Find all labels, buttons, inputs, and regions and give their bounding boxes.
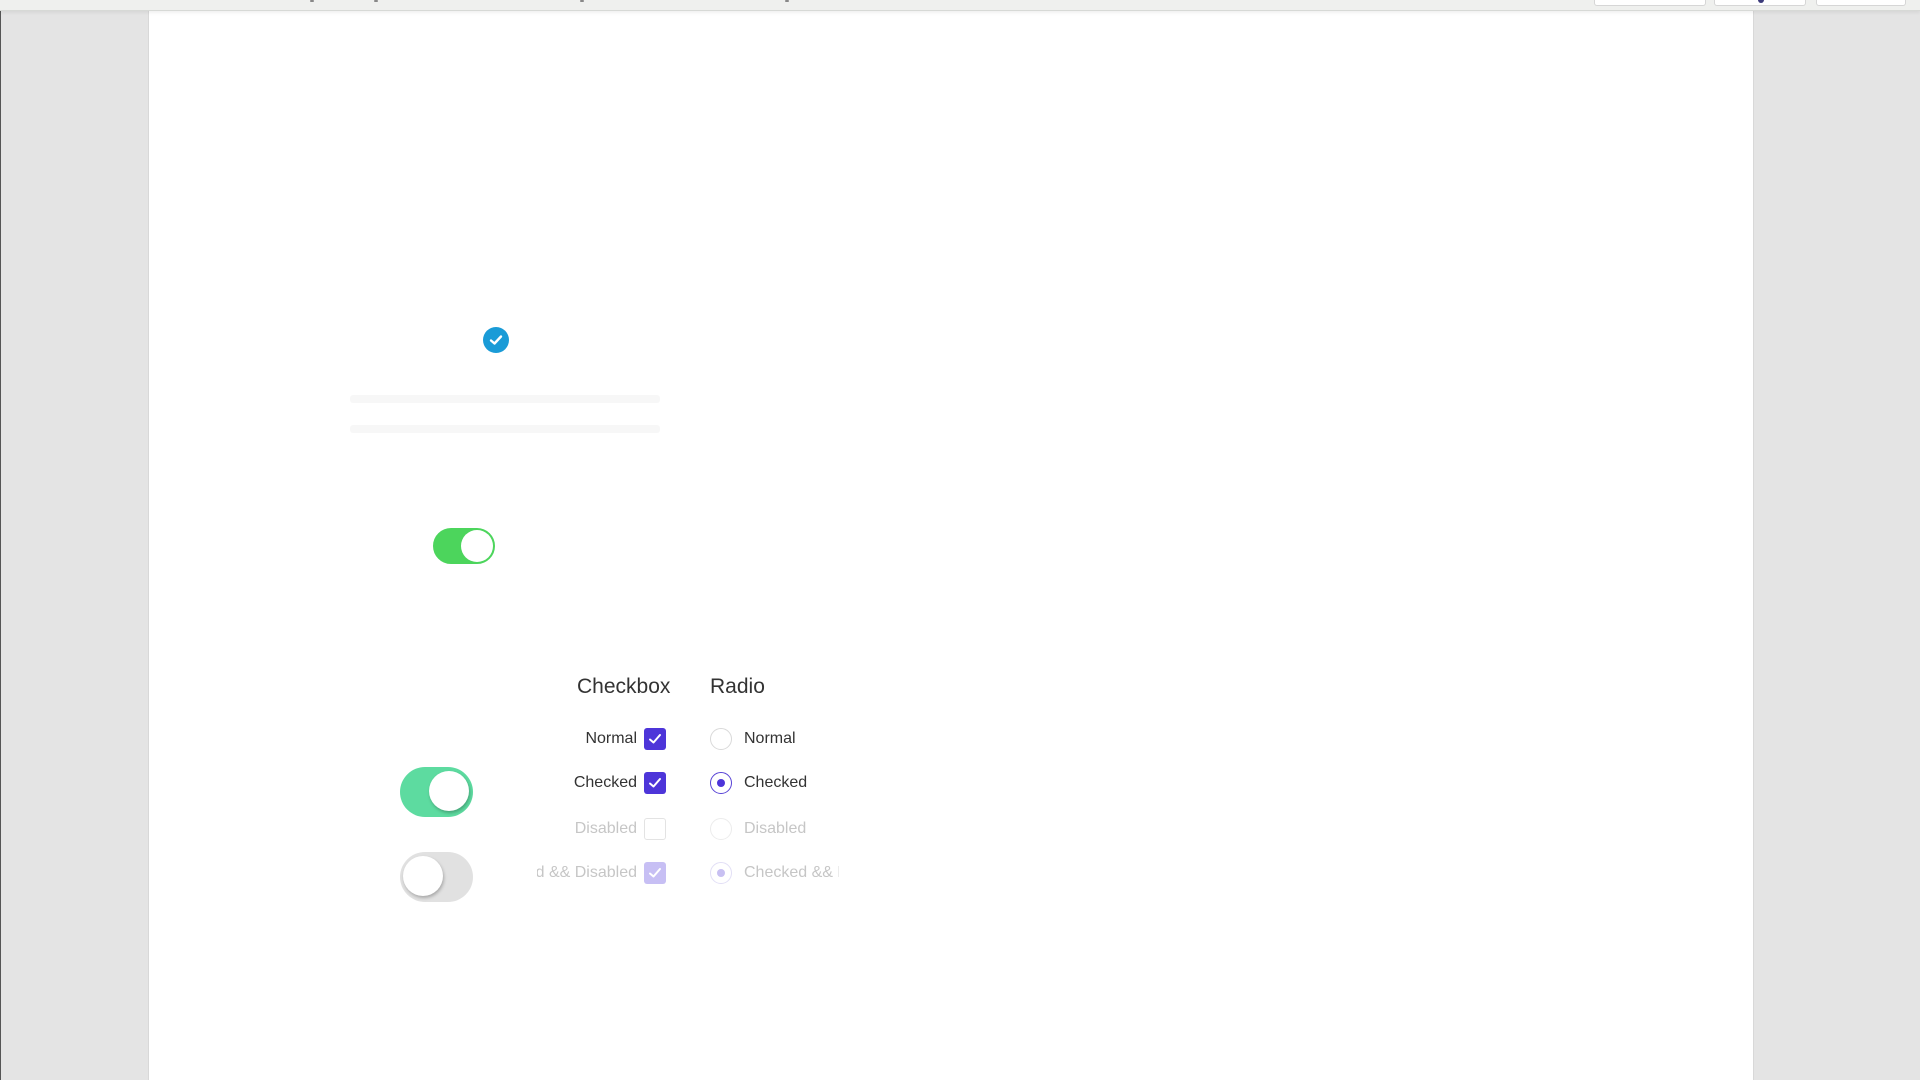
radio-dot [717, 869, 725, 877]
preview-page [148, 11, 1754, 1080]
radio-label-checked: Checked [744, 774, 808, 791]
large-toggle-off[interactable] [400, 852, 473, 902]
top-toolbar [0, 0, 1920, 11]
radio-title: Radio [710, 675, 765, 698]
checkbox-label-normal: Normal [585, 730, 637, 747]
small-toggle[interactable] [433, 528, 495, 564]
check-circle-icon [483, 327, 509, 353]
toggle-knob [429, 771, 469, 811]
checkbox-label-checked: Checked [573, 774, 637, 791]
checkbox-title: Checkbox [577, 675, 671, 698]
radio-checked[interactable] [710, 772, 732, 794]
checkbox-normal[interactable] [644, 728, 666, 750]
radio-normal[interactable] [710, 728, 732, 750]
checkbox-disabled [644, 818, 666, 840]
large-toggle-on[interactable] [400, 767, 473, 817]
radio-label-disabled: Disabled [744, 820, 807, 837]
faded-text-line [350, 395, 660, 403]
toolbar-button[interactable] [1816, 0, 1906, 6]
checkbox-label-checked-disabled: Checked && Disabled [537, 864, 637, 881]
toolbar-button[interactable] [1594, 0, 1706, 6]
radio-labels: Normal Checked Disabled Checked && Disab… [744, 700, 839, 900]
radio-label-checked-disabled: Checked && Disabled [744, 864, 839, 881]
toolbar-glyph [374, 0, 378, 2]
window-edge [0, 0, 1, 1080]
toolbar-glyph [310, 0, 314, 2]
checkmark-icon [649, 734, 661, 744]
checkbox-checked[interactable] [644, 772, 666, 794]
checkbox-labels: Normal Checked Disabled Checked && Disab… [537, 700, 637, 900]
checkbox-checked-disabled [644, 862, 666, 884]
radio-disabled [710, 818, 732, 840]
toolbar-glyph [785, 0, 789, 2]
checkmark-icon [649, 868, 661, 878]
radio-dot [717, 779, 725, 787]
toggle-knob [403, 856, 443, 896]
faded-text-line [350, 425, 660, 433]
toolbar-glyph [580, 0, 584, 2]
checkmark-icon [649, 778, 661, 788]
radio-label-normal: Normal [744, 730, 796, 747]
checkbox-label-disabled: Disabled [574, 820, 637, 837]
radio-checked-disabled [710, 862, 732, 884]
toggle-knob [461, 530, 493, 562]
